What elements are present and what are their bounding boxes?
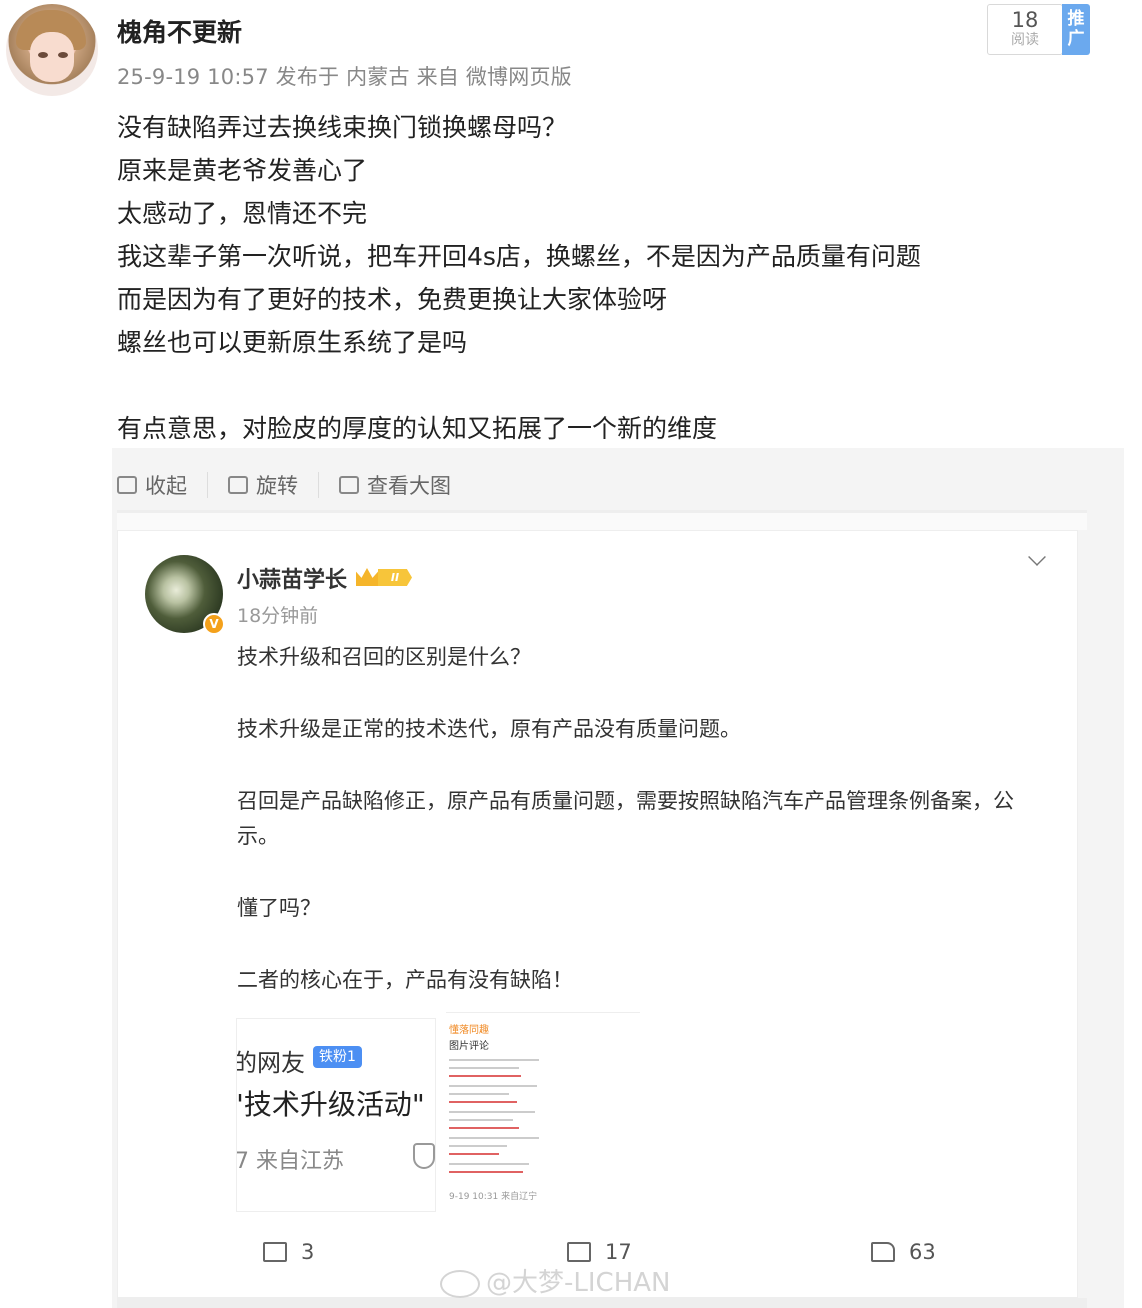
commenter-avatar: V xyxy=(145,555,225,635)
collapse-icon xyxy=(117,476,137,494)
author-name[interactable]: 槐角不更新 xyxy=(117,13,242,49)
thumb-text: 的网友 xyxy=(236,1049,305,1077)
post-body: 没有缺陷弄过去换线束换门锁换螺母吗？ 原来是黄老爷发善心了 太感动了，恩情还不完… xyxy=(117,106,921,450)
like-button: 63 xyxy=(871,1240,936,1264)
comment-time: 18分钟前 xyxy=(237,605,319,627)
share-button: 3 xyxy=(263,1240,314,1264)
rotate-button[interactable]: 旋转 xyxy=(228,472,319,498)
post-line: 而是因为有了更好的技术，免费更换让大家体验呀 xyxy=(117,285,668,314)
bottom-edge xyxy=(117,1298,1087,1308)
screenshot-top-edge xyxy=(117,510,1087,530)
read-count-box: 18 阅读 xyxy=(987,4,1063,55)
embedded-paragraph: 技术升级是正常的技术迭代，原有产品没有质量问题。 xyxy=(237,717,741,741)
read-count: 18 xyxy=(1011,8,1039,32)
post-line: 螺丝也可以更新原生系统了是吗 xyxy=(117,328,468,357)
image-icon xyxy=(339,476,359,494)
rotate-label: 旋转 xyxy=(256,474,298,498)
post-line xyxy=(117,364,921,407)
comment-button: 17 xyxy=(567,1240,632,1264)
verified-icon: V xyxy=(203,613,225,635)
crown-icon xyxy=(356,568,378,586)
embedded-paragraph: 技术升级和召回的区别是什么？ xyxy=(237,645,531,669)
thumb-header: 懂落同趣 xyxy=(449,1025,489,1036)
thumb-subheader: 图片评论 xyxy=(449,1041,489,1052)
view-large-label: 查看大图 xyxy=(367,474,451,498)
weibo-logo-icon xyxy=(440,1269,480,1298)
shield-icon xyxy=(413,1143,435,1169)
embedded-paragraph: 二者的核心在于，产品有没有缺陷！ xyxy=(237,968,573,992)
thumbnail-image: 的网友 铁粉1 "技术升级活动" 7 来自江苏 xyxy=(236,1018,436,1212)
view-large-button[interactable]: 查看大图 xyxy=(339,472,471,498)
share-icon xyxy=(263,1242,287,1262)
post-line: 我这辈子第一次听说，把车开回4s店，换螺丝，不是因为产品质量有问题 xyxy=(117,242,921,271)
author-avatar[interactable] xyxy=(6,4,98,96)
comment-count: 17 xyxy=(605,1240,632,1264)
image-toolbar: 收起 旋转 查看大图 xyxy=(117,468,491,502)
thumbs-up-icon xyxy=(871,1242,895,1262)
thumb-footer: 9-19 10:31 来自辽宁 xyxy=(449,1192,538,1202)
share-count: 3 xyxy=(301,1240,315,1264)
thumb-text: "技术升级活动" xyxy=(236,1088,425,1121)
post-meta: 25-9-19 10:57 发布于 内蒙古 来自 微博网页版 xyxy=(117,65,572,89)
level-badge: II xyxy=(356,566,412,588)
post-line: 没有缺陷弄过去换线束换门锁换螺母吗？ xyxy=(117,113,568,142)
post-line: 太感动了，恩情还不完 xyxy=(117,199,368,228)
embedded-paragraph: 召回是产品缺陷修正，原产品有质量问题，需要按照缺陷汽车产品管理条例备案，公示。 xyxy=(237,789,1014,848)
watermark: @大梦-LICHAN xyxy=(440,1262,670,1299)
fan-badge: 铁粉1 xyxy=(313,1046,362,1068)
thumbnail-image: 懂落同趣 图片评论 9-19 10:31 来自辽宁 xyxy=(446,1012,640,1210)
level-label: II xyxy=(378,569,412,586)
watermark-text: @大梦-LICHAN xyxy=(486,1268,671,1298)
thumb-text: 7 来自江苏 xyxy=(236,1149,344,1174)
like-count: 63 xyxy=(909,1240,936,1264)
embedded-paragraph: 懂了吗？ xyxy=(237,896,321,920)
commenter-name: 小蒜苗学长 xyxy=(237,568,348,593)
collapse-label: 收起 xyxy=(145,474,187,498)
post-line: 原来是黄老爷发善心了 xyxy=(117,156,368,185)
promote-button[interactable]: 推广 xyxy=(1062,4,1090,55)
embedded-body: 技术升级和召回的区别是什么？ 技术升级是正常的技术迭代，原有产品没有质量问题。 … xyxy=(237,640,1047,998)
post-line: 有点意思，对脸皮的厚度的认知又拓展了一个新的维度 xyxy=(117,414,718,443)
comment-icon xyxy=(567,1242,591,1262)
collapse-button[interactable]: 收起 xyxy=(117,472,208,498)
rotate-icon xyxy=(228,476,248,494)
read-label: 阅读 xyxy=(1011,32,1039,48)
